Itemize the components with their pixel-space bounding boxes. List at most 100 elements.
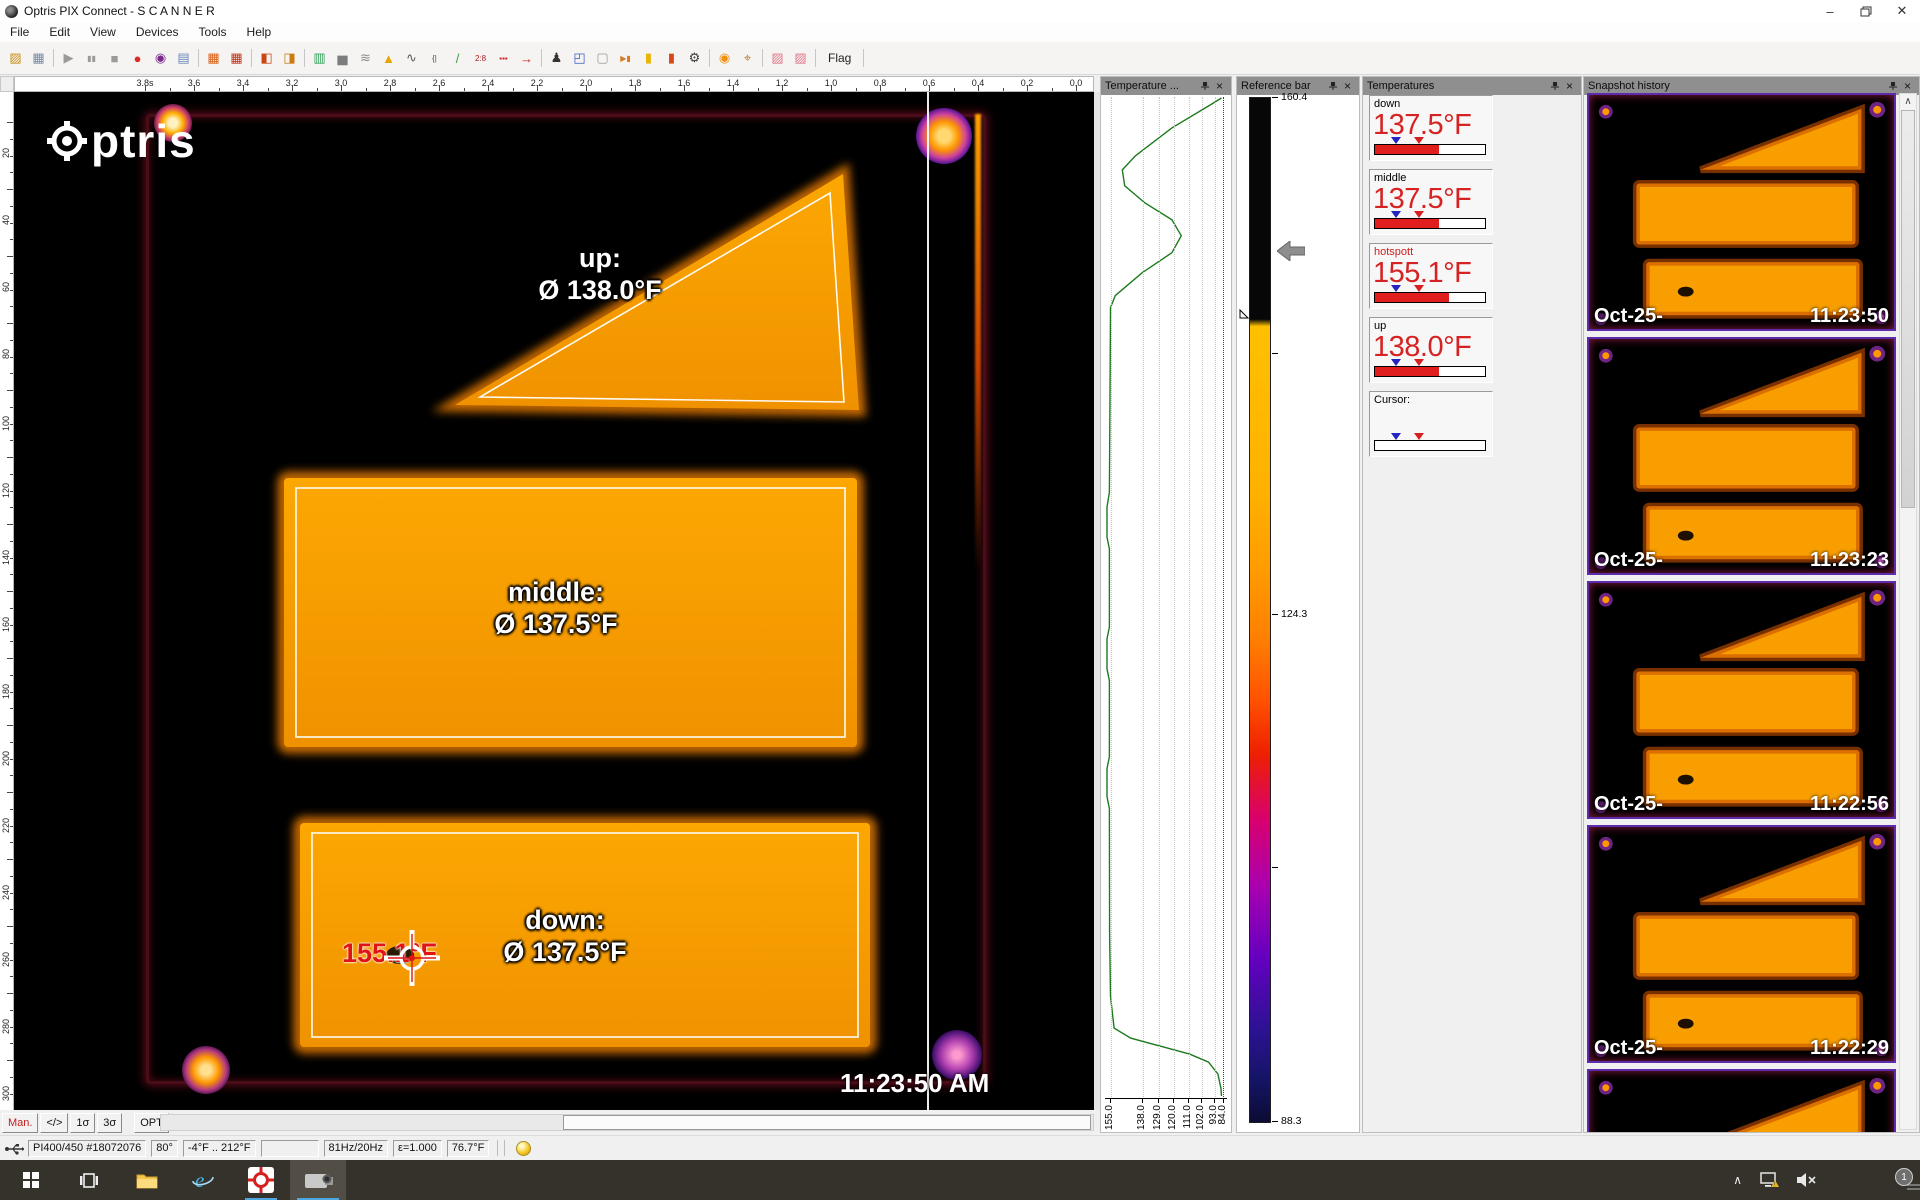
save-icon[interactable]: ▦ (28, 48, 49, 68)
temperature-card-up[interactable]: up138.0°F (1369, 317, 1493, 383)
temperature-card-hotspott[interactable]: hotspott155.1°F (1369, 243, 1493, 309)
snapshot-time: 11:23:50 (1810, 305, 1889, 328)
ruler-tick (537, 85, 538, 91)
optris-app-button[interactable] (238, 1160, 284, 1200)
scrollbar-thumb[interactable] (563, 1115, 1091, 1130)
lightbulb-icon[interactable] (516, 1141, 531, 1156)
display-window-icon[interactable]: ▦ (203, 48, 224, 68)
profile-cursor-line[interactable] (927, 92, 929, 1110)
scale-red-icon[interactable]: ▮ (661, 48, 682, 68)
ruler-tick (7, 658, 13, 659)
internet-explorer-icon: e (191, 1169, 215, 1191)
profile-gridline (1174, 97, 1175, 1097)
palette-icon[interactable]: ▥ (309, 48, 330, 68)
menu-item-devices[interactable]: Devices (126, 25, 189, 39)
manual-mode-button[interactable]: Man. (2, 1113, 38, 1133)
panel-icon[interactable]: ▢ (592, 48, 613, 68)
fullscreen-icon[interactable]: ◰ (569, 48, 590, 68)
menu-item-tools[interactable]: Tools (189, 25, 237, 39)
horizontal-scrollbar[interactable] (160, 1114, 1094, 1131)
file-explorer-button[interactable] (124, 1160, 170, 1200)
ruler-tick (562, 88, 563, 91)
three-sigma-button[interactable]: 3σ (97, 1113, 122, 1133)
thermal-image-view[interactable]: ptris up: Ø 138.0°F middle: Ø 137.5°F do… (14, 92, 1094, 1110)
arrow-right-icon[interactable]: → (516, 48, 537, 68)
blue-marker-icon (1391, 359, 1401, 371)
tool-pink2-icon[interactable]: ▨ (790, 48, 811, 68)
color-scale-bar[interactable] (1249, 97, 1271, 1123)
snapshot-camera-icon[interactable]: ◉ (150, 48, 171, 68)
person-icon[interactable]: ♟ (546, 48, 567, 68)
menu-item-edit[interactable]: Edit (39, 25, 80, 39)
smoke-icon[interactable]: ≋ (355, 48, 376, 68)
toolbar-separator (863, 49, 864, 67)
scale-yellow-icon[interactable]: ▮ (638, 48, 659, 68)
snapshot-scrollbar[interactable]: ∧ (1899, 93, 1917, 1130)
start-button[interactable] (8, 1160, 54, 1200)
stop-icon[interactable]: ■ (104, 48, 125, 68)
scroll-up-icon[interactable]: ∧ (1900, 94, 1916, 109)
gears-icon[interactable]: ⚙ (684, 48, 705, 68)
pin-icon[interactable] (1197, 77, 1212, 95)
snapshot-thumbnail[interactable]: Oct-25- 11:23:23 (1587, 337, 1896, 575)
scale-marker-icon[interactable] (1238, 308, 1250, 320)
calibrate-icon[interactable]: ⌖ (737, 48, 758, 68)
braces-icon[interactable]: {| (424, 48, 445, 68)
snapshot-thumbnail[interactable]: Oct-25- 11:23:50 (1587, 93, 1896, 331)
slope-icon[interactable]: / (447, 48, 468, 68)
close-icon[interactable]: × (1212, 77, 1227, 95)
record-icon[interactable]: ● (127, 48, 148, 68)
tray-expand-icon[interactable]: ∧ (1733, 1173, 1742, 1187)
menu-item-file[interactable]: File (0, 25, 39, 39)
scrollbar-thumb[interactable] (1901, 110, 1915, 508)
snapshot-thumbnail[interactable]: Oct-25- 11:22:56 (1587, 581, 1896, 819)
temperature-card-middle[interactable]: middle137.5°F (1369, 169, 1493, 235)
ruler-tick (194, 85, 195, 91)
snapshot-thumbnail[interactable] (1587, 1069, 1896, 1133)
one-sigma-button[interactable]: 1σ (70, 1113, 95, 1133)
ratio-218-icon[interactable]: 2:8 (470, 48, 491, 68)
histogram-icon[interactable]: ▅ (332, 48, 353, 68)
volume-muted-icon[interactable] (1796, 1172, 1818, 1188)
close-icon[interactable]: × (1340, 77, 1355, 95)
maximize-restore-button[interactable] (1848, 0, 1884, 22)
close-button[interactable]: ✕ (1884, 0, 1920, 22)
red-bars-icon[interactable]: ▪▪▪ (493, 48, 514, 68)
time-ruler: 3.8s3.63.43.23.02.82.62.42.22.01.81.61.4… (14, 76, 1094, 92)
profile-curve-icon[interactable]: ∿ (401, 48, 422, 68)
flame2-icon[interactable]: ◉ (714, 48, 735, 68)
layout-right-icon[interactable]: ◨ (279, 48, 300, 68)
layout-left-icon[interactable]: ◧ (256, 48, 277, 68)
open-file-icon[interactable]: ▨ (5, 48, 26, 68)
ruler-tick (831, 85, 832, 91)
temperature-profile-panel: Temperature ... × 155.0138.0129.0120.011… (1100, 76, 1232, 1133)
scale-arrow-icon[interactable]: ▶▮ (615, 48, 636, 68)
toolbar-separator (815, 49, 816, 67)
temperature-card-down[interactable]: down137.5°F (1369, 95, 1493, 161)
pin-icon[interactable] (1325, 77, 1340, 95)
ruler-tick (660, 88, 661, 91)
camera-app-button[interactable] (290, 1160, 346, 1200)
ruler-tick (10, 1010, 13, 1011)
pause-icon[interactable]: ▮▮ (81, 48, 102, 68)
display-window2-icon[interactable]: ▦ (226, 48, 247, 68)
temperature-card-cursor[interactable]: Cursor: (1369, 391, 1493, 457)
level-arrow-icon[interactable] (1277, 241, 1305, 261)
copy-icon[interactable]: ▤ (173, 48, 194, 68)
range-toggle-button[interactable]: </> (40, 1113, 68, 1133)
play-icon[interactable]: ▶ (58, 48, 79, 68)
close-icon[interactable]: × (1562, 77, 1577, 95)
task-view-button[interactable] (66, 1160, 112, 1200)
snapshot-thumbnail[interactable]: Oct-25- 11:22:29 (1587, 825, 1896, 1063)
menu-item-view[interactable]: View (80, 25, 126, 39)
tool-pink-icon[interactable]: ▨ (767, 48, 788, 68)
temperature-bar-fill (1375, 367, 1439, 376)
minimize-button[interactable]: – (1812, 0, 1848, 22)
network-status-icon[interactable]: ! (1758, 1172, 1780, 1189)
menu-item-help[interactable]: Help (237, 25, 282, 39)
internet-explorer-button[interactable]: e (180, 1160, 226, 1200)
flag-toolbar-label[interactable]: Flag (828, 51, 851, 65)
pin-icon[interactable] (1547, 77, 1562, 95)
flame-icon[interactable]: ▲ (378, 48, 399, 68)
camera-icon (303, 1170, 333, 1190)
